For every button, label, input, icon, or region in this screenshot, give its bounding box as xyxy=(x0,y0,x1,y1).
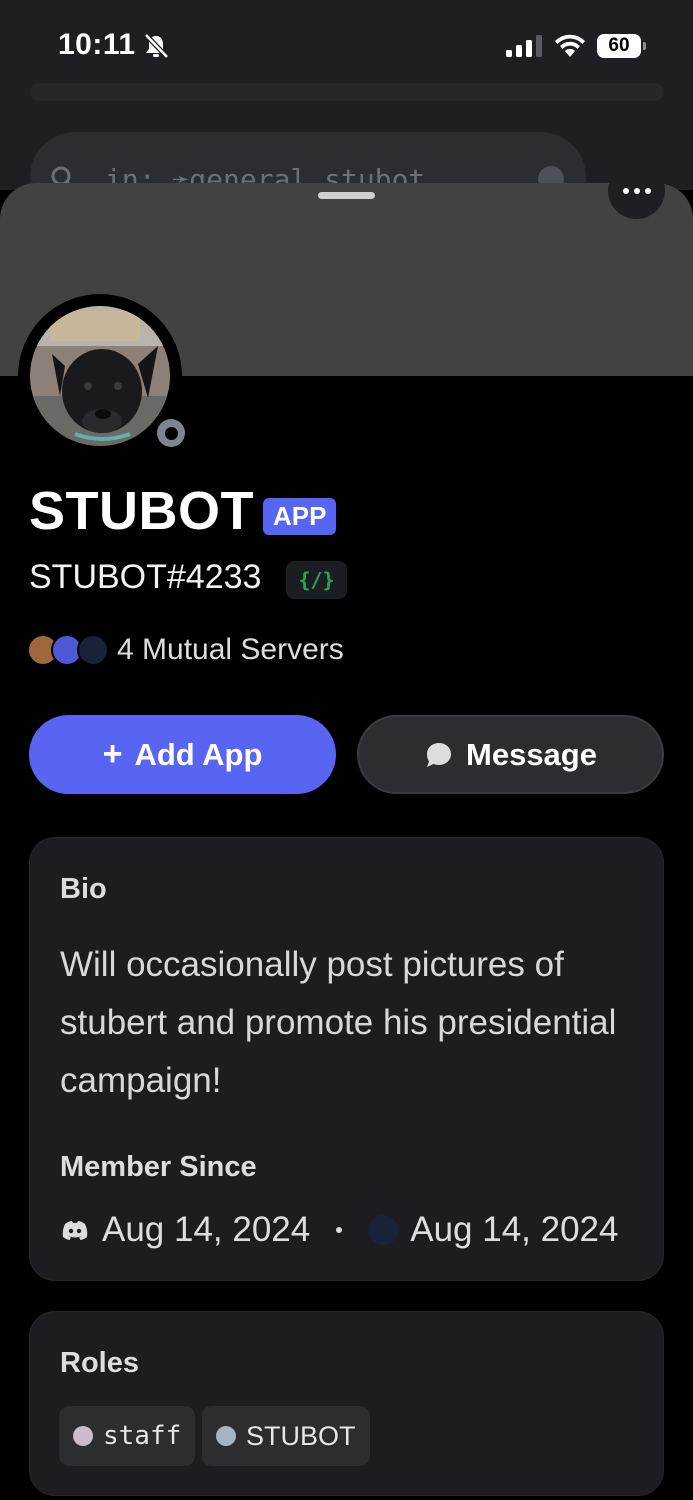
wifi-icon xyxy=(555,34,585,57)
status-dot-hole xyxy=(164,426,178,440)
plus-icon: + xyxy=(102,735,123,773)
roles-card: Roles staff STUBOT xyxy=(29,1311,664,1496)
battery-level: 60 xyxy=(597,34,641,58)
chat-bubble-icon xyxy=(427,742,452,767)
bio-text: Will occasionally post pictures of stube… xyxy=(60,945,617,1100)
sheet-grab-handle[interactable] xyxy=(318,192,375,199)
status-bar: 10:11 60 xyxy=(0,0,693,90)
message-button[interactable]: Message xyxy=(357,715,664,794)
more-dot xyxy=(633,187,640,194)
more-options-button[interactable] xyxy=(608,162,665,219)
avatar[interactable] xyxy=(18,294,192,458)
bio-heading: Bio xyxy=(60,873,107,905)
role-color-dot xyxy=(73,1426,93,1446)
battery-indicator: 60 xyxy=(597,34,647,58)
role-name: STUBOT xyxy=(246,1420,356,1451)
more-dot xyxy=(644,187,651,194)
avatar-image xyxy=(30,306,170,446)
status-dot-fill xyxy=(157,419,185,447)
message-label: Message xyxy=(466,736,597,772)
cellular-signal-icon xyxy=(506,35,542,57)
role-chip-stubot[interactable]: STUBOT xyxy=(202,1406,370,1466)
member-since-heading: Member Since xyxy=(60,1151,257,1183)
background-strip xyxy=(30,83,664,101)
mutual-server-icons[interactable] xyxy=(27,634,109,668)
roles-heading: Roles xyxy=(60,1347,139,1379)
role-name: staff xyxy=(103,1421,182,1451)
username[interactable]: STUBOT#4233 xyxy=(29,558,261,597)
add-app-button[interactable]: + Add App xyxy=(29,715,336,794)
bio-card: Bio Will occasionally post pictures of s… xyxy=(29,837,664,1281)
mutual-servers-link[interactable]: 4 Mutual Servers xyxy=(117,633,344,667)
discord-logo-icon xyxy=(62,1221,88,1240)
active-developer-badge[interactable]: {/} xyxy=(286,561,347,599)
discord-join-date: Aug 14, 2024 xyxy=(102,1210,311,1249)
display-name: STUBOT xyxy=(29,481,254,541)
server-join-date: Aug 14, 2024 xyxy=(410,1210,619,1249)
separator-dot xyxy=(336,1227,343,1233)
server-icon xyxy=(368,1215,399,1245)
clock: 10:11 xyxy=(58,28,136,61)
server-icon xyxy=(77,634,109,666)
member-since-row: Aug 14, 2024 Aug 14, 2024 xyxy=(60,1208,619,1252)
more-dot xyxy=(622,187,629,194)
offline-status-indicator xyxy=(150,412,192,454)
bell-slash-icon xyxy=(144,33,169,59)
app-badge: APP xyxy=(263,498,337,535)
role-color-dot xyxy=(216,1426,236,1446)
add-app-label: Add App xyxy=(134,736,263,772)
battery-tip xyxy=(643,42,646,50)
role-chip-staff[interactable]: staff xyxy=(59,1406,196,1466)
